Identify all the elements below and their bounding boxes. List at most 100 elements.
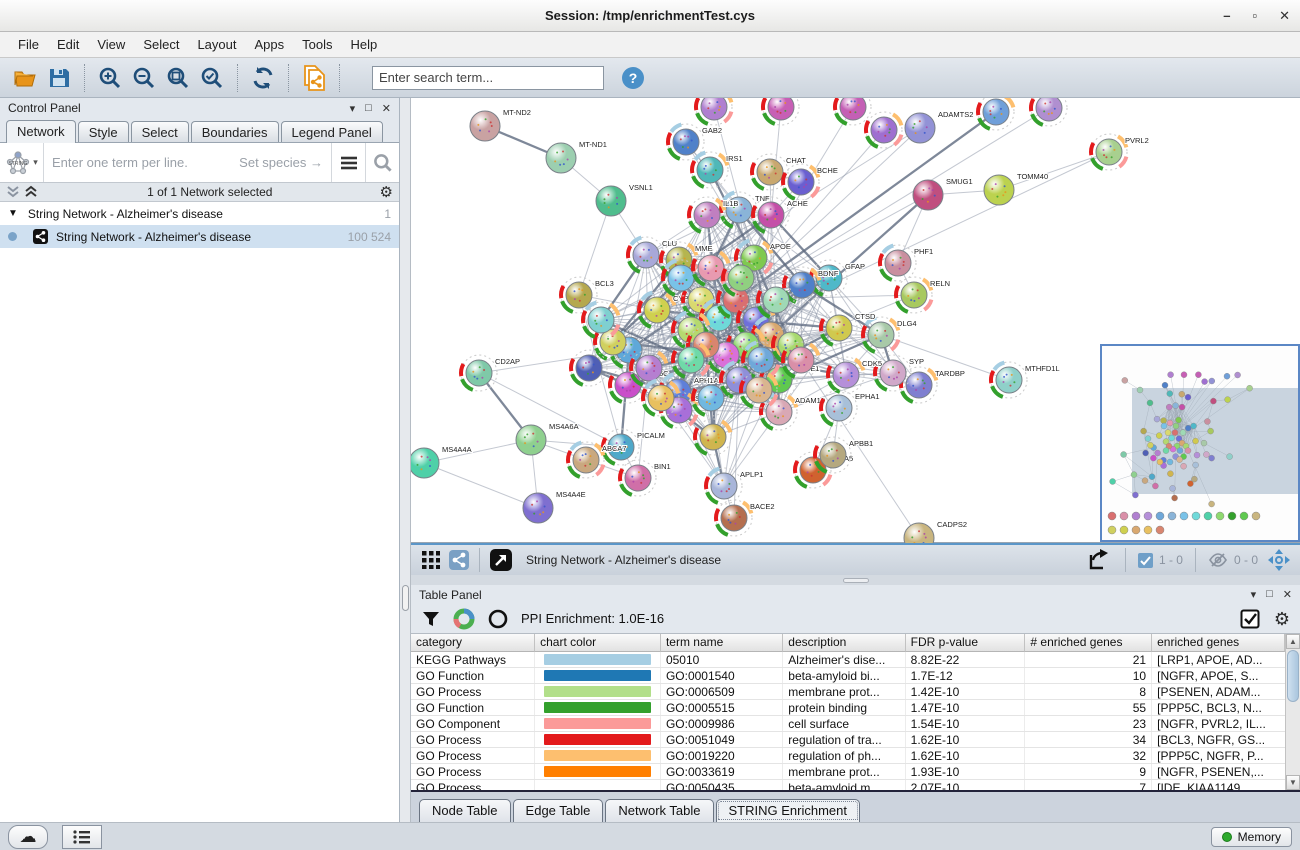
column-header-category[interactable]: category bbox=[411, 634, 535, 652]
splitter-grip[interactable] bbox=[402, 585, 409, 611]
table-row[interactable]: KEGG Pathways05010Alzheimer's dise...8.8… bbox=[411, 652, 1285, 668]
tree-row[interactable]: ▼String Network - Alzheimer's disease1 bbox=[0, 202, 399, 225]
menu-tools[interactable]: Tools bbox=[294, 34, 340, 55]
select-terms-icon[interactable] bbox=[1240, 609, 1260, 629]
export-network-button[interactable] bbox=[299, 63, 329, 93]
cell-description: cell surface bbox=[783, 716, 905, 731]
network-canvas[interactable]: MT-ND2MT-ND1VSNL1GAB2IRS1CHATBCHETNFIL1B… bbox=[411, 98, 1300, 543]
string-options-button[interactable] bbox=[331, 143, 365, 182]
task-history-button[interactable] bbox=[62, 825, 102, 849]
search-input[interactable] bbox=[372, 66, 604, 90]
scroll-down-arrow[interactable]: ▼ bbox=[1286, 775, 1300, 790]
zoom-in-button[interactable] bbox=[95, 63, 125, 93]
tree-row-label: String Network - Alzheimer's disease bbox=[28, 207, 223, 221]
table-row[interactable]: GO ProcessGO:0006509membrane prot...1.42… bbox=[411, 684, 1285, 700]
column-header-term-name[interactable]: term name bbox=[661, 634, 783, 652]
tab-edge-table[interactable]: Edge Table bbox=[513, 799, 604, 822]
panel-splitter[interactable] bbox=[400, 98, 411, 822]
cell-category: GO Process bbox=[411, 732, 535, 747]
column-header-FDR-p-value[interactable]: FDR p-value bbox=[906, 634, 1026, 652]
table-row[interactable]: GO ProcessGO:0050435beta-amyloid m...2.0… bbox=[411, 780, 1285, 790]
enrichment-table: categorychart colorterm namedescriptionF… bbox=[411, 633, 1300, 792]
menu-edit[interactable]: Edit bbox=[49, 34, 87, 55]
search-icon bbox=[372, 152, 394, 174]
grid-view-icon[interactable] bbox=[419, 545, 443, 575]
float-menu-icon[interactable]: ▾ bbox=[1251, 588, 1257, 601]
menu-file[interactable]: File bbox=[10, 34, 47, 55]
cloud-button[interactable]: ☁ bbox=[8, 825, 48, 849]
open-session-button[interactable] bbox=[10, 63, 40, 93]
tab-select[interactable]: Select bbox=[131, 121, 189, 142]
zoom-selected-button[interactable] bbox=[197, 63, 227, 93]
float-panel-icon[interactable]: □ bbox=[1266, 588, 1273, 601]
birds-eye-view[interactable] bbox=[1100, 344, 1300, 542]
cell-enriched-genes: [NGFR, APOE, S... bbox=[1152, 668, 1285, 683]
svg-text:ABCA7: ABCA7 bbox=[602, 444, 627, 453]
cell-num-enriched-genes: 32 bbox=[1025, 748, 1152, 763]
tree-expander-icon[interactable]: ▼ bbox=[8, 208, 18, 219]
cell-num-enriched-genes: 9 bbox=[1025, 764, 1152, 779]
save-session-button[interactable] bbox=[44, 63, 74, 93]
maximize-button[interactable]: ▫ bbox=[1252, 8, 1257, 24]
cell-enriched-genes: [LRP1, APOE, AD... bbox=[1152, 652, 1285, 667]
table-scrollbar[interactable]: ▲ ▼ bbox=[1285, 634, 1300, 790]
menu-view[interactable]: View bbox=[89, 34, 133, 55]
tab-style[interactable]: Style bbox=[78, 121, 129, 142]
minimize-button[interactable]: – bbox=[1223, 8, 1230, 24]
scroll-thumb[interactable] bbox=[1287, 650, 1299, 702]
menu-help[interactable]: Help bbox=[343, 34, 386, 55]
memory-button[interactable]: Memory bbox=[1211, 827, 1292, 847]
tab-string-enrichment[interactable]: STRING Enrichment bbox=[716, 799, 860, 822]
menu-select[interactable]: Select bbox=[135, 34, 187, 55]
string-term-input[interactable] bbox=[44, 155, 331, 170]
zoom-out-button[interactable] bbox=[129, 63, 159, 93]
string-protein-query-dropdown[interactable]: STRING ▾ bbox=[0, 143, 44, 182]
collapse-expand-icons[interactable] bbox=[6, 185, 40, 199]
zoom-fit-button[interactable] bbox=[163, 63, 193, 93]
close-button[interactable]: ✕ bbox=[1279, 8, 1290, 24]
column-header--enriched-genes[interactable]: # enriched genes bbox=[1025, 634, 1152, 652]
close-panel-icon[interactable]: ✕ bbox=[382, 102, 391, 115]
table-row[interactable]: GO ProcessGO:0019220regulation of ph...1… bbox=[411, 748, 1285, 764]
column-header-chart-color[interactable]: chart color bbox=[535, 634, 661, 652]
svg-text:BACE2: BACE2 bbox=[750, 502, 775, 511]
table-row[interactable]: GO ComponentGO:0009986cell surface1.54E-… bbox=[411, 716, 1285, 732]
enrichment-settings-gear-icon[interactable]: ⚙ bbox=[1274, 610, 1290, 628]
help-button[interactable]: ? bbox=[618, 63, 648, 93]
column-header-description[interactable]: description bbox=[783, 634, 905, 652]
table-panel-buttons: ▾ □ ✕ bbox=[1251, 588, 1292, 601]
refresh-button[interactable] bbox=[248, 63, 278, 93]
tab-network-table[interactable]: Network Table bbox=[605, 799, 713, 822]
svg-text:BCL3: BCL3 bbox=[595, 279, 614, 288]
table-row[interactable]: GO ProcessGO:0033619membrane prot...1.93… bbox=[411, 764, 1285, 780]
chart-icon[interactable] bbox=[453, 608, 475, 630]
string-view-icon[interactable] bbox=[447, 545, 471, 575]
tree-row[interactable]: String Network - Alzheimer's disease100 … bbox=[0, 225, 399, 248]
navigator-icon[interactable] bbox=[1266, 545, 1292, 575]
chart-color-swatch bbox=[544, 734, 651, 745]
tab-legend-panel[interactable]: Legend Panel bbox=[281, 121, 383, 142]
tab-boundaries[interactable]: Boundaries bbox=[191, 121, 279, 142]
tab-network[interactable]: Network bbox=[6, 120, 76, 143]
network-options-gear-icon[interactable]: ⚙ bbox=[380, 185, 393, 200]
cell-fdr-p-value: 1.62E-10 bbox=[906, 748, 1026, 763]
filter-icon[interactable] bbox=[421, 609, 441, 629]
horizontal-splitter[interactable] bbox=[411, 575, 1300, 585]
menu-layout[interactable]: Layout bbox=[189, 34, 244, 55]
detach-view-icon[interactable] bbox=[488, 545, 514, 575]
table-row[interactable]: GO FunctionGO:0001540beta-amyloid bi...1… bbox=[411, 668, 1285, 684]
table-row[interactable]: GO ProcessGO:0051049regulation of tra...… bbox=[411, 732, 1285, 748]
float-menu-icon[interactable]: ▾ bbox=[350, 102, 356, 115]
tab-node-table[interactable]: Node Table bbox=[419, 799, 511, 822]
string-search-button[interactable] bbox=[365, 143, 399, 182]
export-view-icon[interactable] bbox=[1085, 545, 1111, 575]
table-row[interactable]: GO FunctionGO:0005515protein binding1.47… bbox=[411, 700, 1285, 716]
current-network-dot bbox=[8, 232, 17, 241]
float-panel-icon[interactable]: □ bbox=[365, 102, 372, 115]
scroll-up-arrow[interactable]: ▲ bbox=[1286, 634, 1300, 649]
column-header-enriched-genes[interactable]: enriched genes bbox=[1152, 634, 1285, 652]
close-panel-icon[interactable]: ✕ bbox=[1283, 588, 1292, 601]
rings-icon[interactable] bbox=[487, 608, 509, 630]
menu-apps[interactable]: Apps bbox=[247, 34, 293, 55]
cell-chart-color bbox=[535, 652, 661, 667]
